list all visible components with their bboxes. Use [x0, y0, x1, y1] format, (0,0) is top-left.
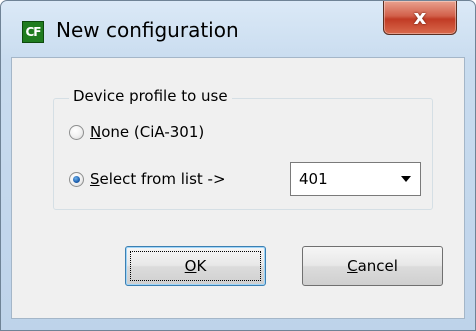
app-logo-icon: CF	[22, 21, 44, 43]
title-bar[interactable]: CF New configuration x	[1, 1, 475, 57]
cancel-button[interactable]: Cancel	[302, 246, 443, 286]
window-title: New configuration	[56, 18, 239, 42]
radio-select-accel: S	[90, 170, 100, 188]
cancel-button-accel: C	[347, 257, 358, 275]
group-legend: Device profile to use	[69, 87, 232, 105]
radio-none-option[interactable]: None (CiA-301)	[69, 121, 204, 143]
radio-none-label: None (CiA-301)	[90, 123, 204, 141]
close-icon: x	[413, 5, 427, 29]
ok-button-text: K	[196, 257, 207, 275]
radio-none-text: one (CiA-301)	[101, 123, 205, 141]
radio-select[interactable]	[69, 171, 84, 187]
profile-dropdown[interactable]: 401	[290, 162, 421, 196]
chevron-down-icon[interactable]	[401, 176, 411, 182]
cancel-button-text: ancel	[357, 257, 398, 275]
ok-button[interactable]: OK	[125, 246, 266, 286]
device-profile-group: Device profile to use None (CiA-301) Sel…	[53, 87, 433, 210]
radio-none[interactable]	[69, 124, 84, 140]
radio-select-text: elect from list ->	[99, 170, 226, 188]
dialog-client-area: Device profile to use None (CiA-301) Sel…	[11, 57, 465, 319]
close-button[interactable]: x	[383, 1, 457, 35]
ok-button-accel: O	[184, 257, 197, 275]
radio-none-accel: N	[90, 123, 102, 141]
radio-select-option[interactable]: Select from list ->	[69, 168, 226, 190]
profile-dropdown-value: 401	[299, 170, 328, 188]
dialog-window: CF New configuration x Device profile to…	[0, 0, 476, 331]
radio-select-label: Select from list ->	[90, 170, 226, 188]
